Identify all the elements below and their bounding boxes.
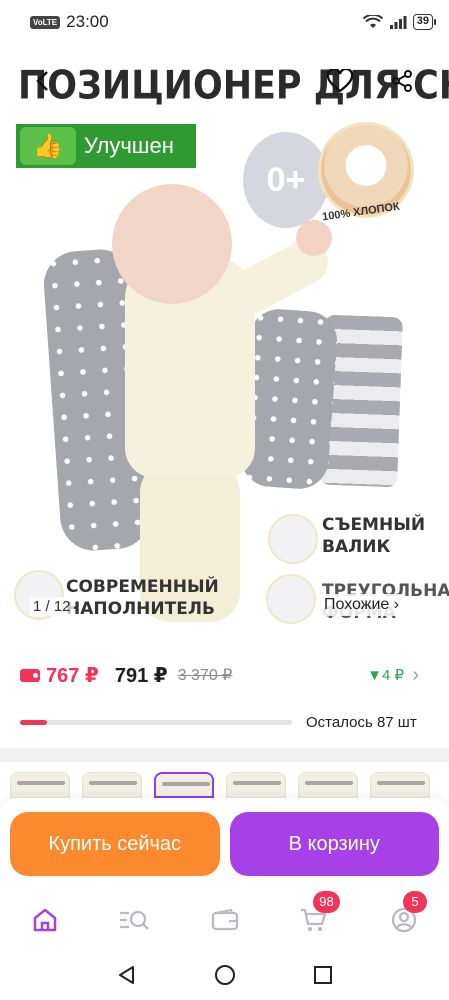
bottom-navigation: 98 5 [0, 890, 449, 950]
stock-progress-fill [20, 719, 48, 725]
profile-notification-badge: 5 [403, 891, 427, 913]
variant-thumbnail[interactable] [226, 772, 286, 798]
stock-progress-bar [20, 719, 292, 725]
improved-label: Улучшен [84, 133, 174, 158]
share-icon [392, 70, 412, 92]
price-drop: ▼4 ₽ [367, 667, 404, 684]
improved-badge: 👍 Улучшен [16, 124, 196, 168]
wallet-icon [20, 668, 40, 682]
nav-wallet[interactable] [208, 903, 242, 937]
regular-price: 791 ₽ [114, 664, 168, 687]
age-badge: 0+ [243, 132, 329, 228]
system-back-button[interactable] [114, 962, 140, 988]
image-title-text: ПОЗИЦИОНЕР ДЛЯ СНА [18, 63, 449, 109]
similar-products-link[interactable]: Похожие › [318, 594, 406, 616]
image-counter: 1 / 12 [30, 597, 74, 616]
heart-icon [327, 69, 353, 93]
variant-thumbnail-selected[interactable] [154, 772, 214, 798]
triangle-back-icon [118, 966, 134, 984]
feature-filler-text: СОВРЕМЕННЫЙ НАПОЛНИТЕЛЬ [66, 577, 219, 619]
catalog-search-icon [119, 910, 149, 930]
volte-indicator: VoLTE [30, 15, 61, 29]
wifi-icon [362, 15, 383, 28]
section-divider [0, 748, 449, 762]
variant-thumbnails[interactable] [10, 772, 440, 798]
stock-remaining-text: Осталось 87 шт [306, 713, 417, 731]
triangle-shape-icon [266, 574, 316, 624]
system-recents-button[interactable] [310, 962, 336, 988]
battery-indicator: 39 [412, 14, 437, 30]
variant-thumbnail[interactable] [298, 772, 358, 798]
variant-thumbnail[interactable] [10, 772, 70, 798]
status-time: 23:00 [66, 12, 109, 31]
home-icon [33, 908, 57, 932]
status-bar: VoLTE 23:00 39 [0, 0, 449, 44]
cotton-illustration [318, 122, 414, 218]
share-button[interactable] [387, 66, 417, 96]
product-image-carousel[interactable]: ПОЗИЦИОНЕР ДЛЯ СНА 👍 Улучшен 0+ 100% ХЛО… [0, 44, 449, 644]
back-button[interactable] [27, 66, 57, 96]
system-home-button[interactable] [212, 962, 238, 988]
signal-icon [389, 16, 407, 29]
buy-now-button[interactable]: Купить сейчас [10, 812, 220, 876]
chevron-left-icon [36, 71, 48, 91]
thumbs-up-icon: 👍 [20, 127, 76, 165]
variant-thumbnail[interactable] [370, 772, 430, 798]
add-to-cart-button[interactable]: В корзину [229, 812, 439, 876]
price-row[interactable]: 767 ₽ 791 ₽ 3 370 ₽ ▼4 ₽ › [0, 655, 449, 695]
stock-indicator: Осталось 87 шт [20, 708, 440, 736]
feature-removable-text: СЪЕМНЫЙ ВАЛИК [322, 515, 426, 557]
favorite-button[interactable] [325, 66, 355, 96]
system-navigation [0, 950, 449, 1000]
nav-cart[interactable]: 98 [297, 891, 340, 937]
circle-home-icon [214, 965, 235, 985]
old-price: 3 370 ₽ [177, 667, 233, 684]
square-recents-icon [313, 966, 332, 984]
removable-roller-icon [268, 514, 318, 564]
baby-head-illustration [112, 184, 232, 304]
chevron-right-icon[interactable]: › [412, 664, 419, 687]
variant-thumbnail[interactable] [82, 772, 142, 798]
purchase-actions: Купить сейчас В корзину [0, 798, 449, 890]
wallet-nav-icon [211, 908, 238, 931]
nav-profile[interactable]: 5 [387, 891, 427, 937]
nav-catalog[interactable] [118, 903, 152, 937]
card-price: 767 ₽ [46, 664, 99, 687]
nav-home[interactable] [28, 903, 62, 937]
baby-hand-illustration [296, 220, 332, 256]
cart-count-badge: 98 [313, 891, 340, 913]
